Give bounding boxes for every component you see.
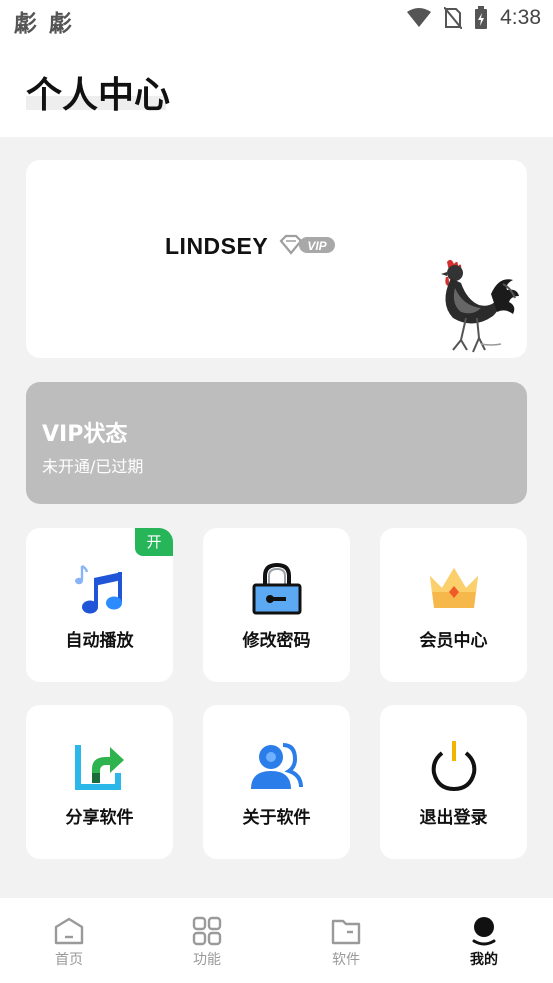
tab-features[interactable]: 功能	[138, 898, 276, 983]
users-icon	[250, 743, 303, 789]
folder-icon	[331, 919, 361, 945]
status-bar: 虨 虨 4:38	[0, 0, 553, 38]
tab-home[interactable]: 首页	[0, 898, 138, 983]
bottom-tab-bar: 首页 功能 软件 我的	[0, 898, 553, 983]
music-note-icon	[74, 564, 122, 614]
on-badge: 开	[135, 528, 173, 556]
status-indicators: 4:38	[406, 6, 541, 30]
profile-icon	[472, 917, 496, 946]
tile-label: 自动播放	[65, 631, 134, 651]
diamond-icon: VIP	[279, 234, 335, 255]
wifi-icon	[407, 8, 432, 27]
tab-label: 软件	[332, 952, 360, 968]
rooster-illustration	[441, 259, 519, 353]
home-icon	[54, 917, 84, 945]
vip-badge-label: VIP	[307, 239, 327, 253]
notification-icons: 虨 虨	[14, 11, 75, 37]
tile-share-app[interactable]: 分享软件	[26, 705, 173, 859]
tab-label: 功能	[193, 952, 221, 968]
username: LINDSEY	[165, 233, 269, 259]
tile-change-password[interactable]: 修改密码	[203, 528, 350, 682]
tile-label: 修改密码	[242, 631, 311, 651]
tile-label: 退出登录	[419, 808, 488, 828]
tile-label: 会员中心	[419, 631, 488, 651]
header: 个人中心	[0, 38, 553, 137]
tile-about-app[interactable]: 关于软件	[203, 705, 350, 859]
clock: 4:38	[500, 6, 541, 29]
tile-logout[interactable]: 退出登录	[380, 705, 527, 859]
tile-auto-play[interactable]: 开 自动播放	[26, 528, 173, 682]
tile-label: 关于软件	[242, 808, 311, 828]
tab-software[interactable]: 软件	[277, 898, 415, 983]
profile-card[interactable]: LINDSEY VIP	[26, 160, 527, 358]
tab-label: 首页	[55, 952, 83, 968]
no-sim-icon	[444, 7, 463, 29]
vip-badge: VIP	[277, 233, 337, 261]
padlock-icon	[252, 562, 301, 615]
power-icon	[431, 741, 476, 792]
page-title: 个人中心	[26, 75, 171, 116]
tile-member-center[interactable]: 会员中心	[380, 528, 527, 682]
grid-icon	[192, 916, 222, 946]
vip-status-card[interactable]: VIP状态 未开通/已过期	[26, 382, 527, 504]
vip-status-text: 未开通/已过期	[42, 457, 144, 476]
battery-icon	[475, 6, 488, 29]
vip-status-title: VIP状态	[42, 422, 128, 447]
crown-icon	[429, 568, 478, 608]
tab-label: 我的	[470, 952, 498, 968]
share-icon	[74, 745, 124, 790]
tab-mine[interactable]: 我的	[415, 898, 553, 983]
tile-label: 分享软件	[65, 808, 134, 828]
